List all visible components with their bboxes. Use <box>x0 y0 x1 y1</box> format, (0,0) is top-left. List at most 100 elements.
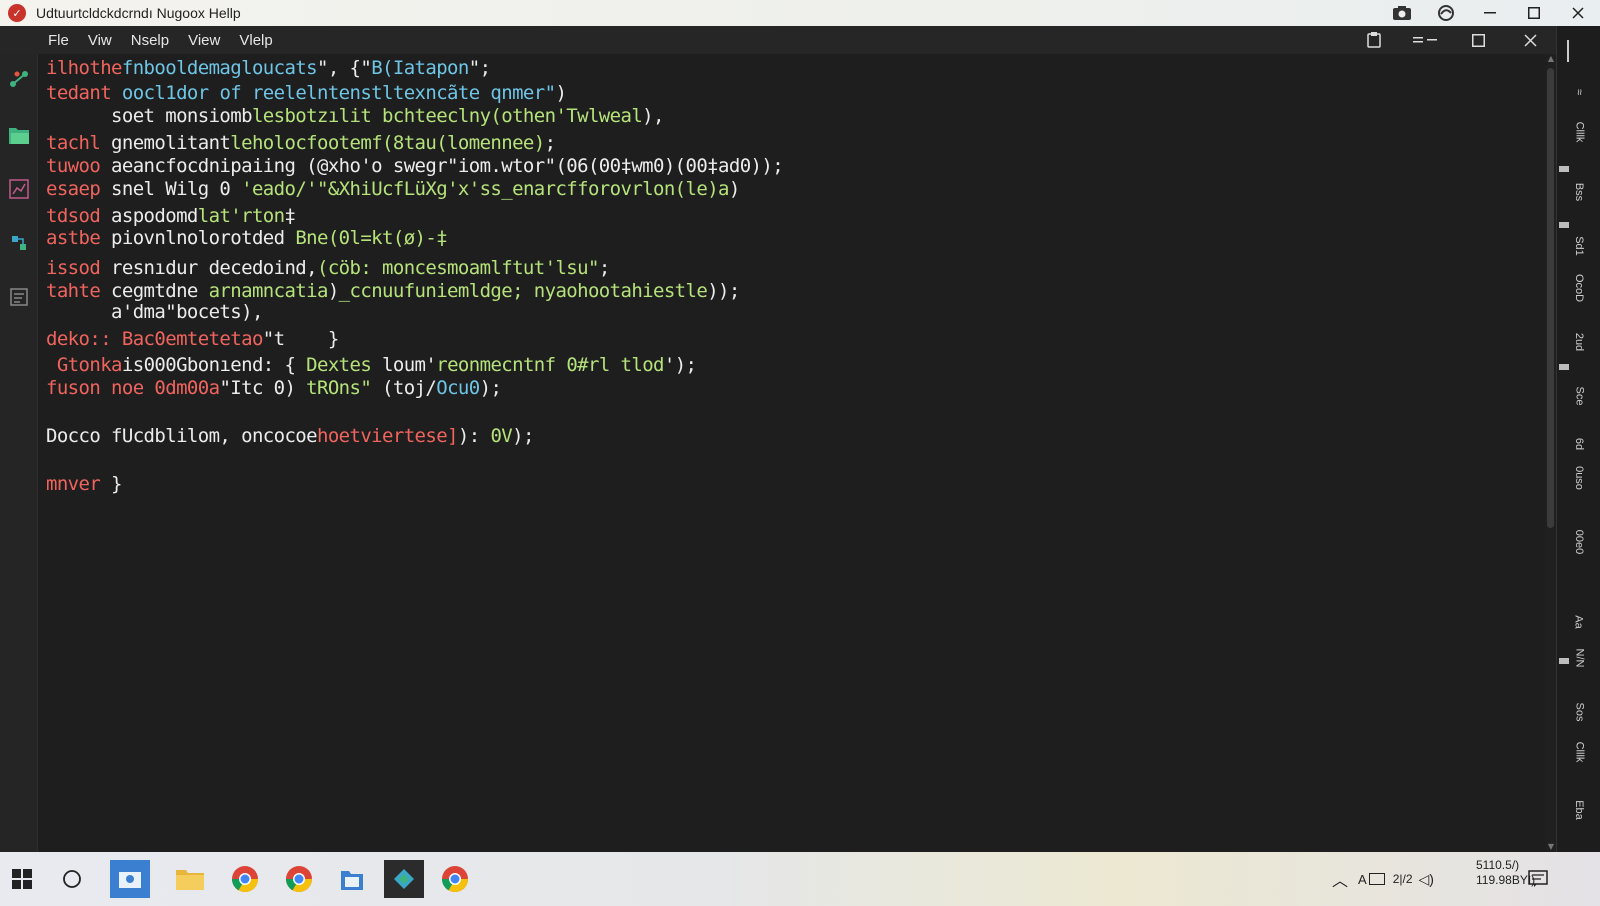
side-panel-label[interactable]: Sos <box>1557 703 1600 722</box>
volume-icon[interactable]: ◁) <box>1419 871 1434 888</box>
chrome-icon-3[interactable] <box>435 860 475 898</box>
chart-icon[interactable] <box>6 176 32 202</box>
tray-chevron-up-icon[interactable]: ︿ <box>1332 867 1348 891</box>
scroll-down-arrow-icon[interactable]: ▼ <box>1547 842 1555 852</box>
code-token: oocl1dor of reelelntenstltexncãte qnmer" <box>121 82 556 104</box>
close-editor-button[interactable] <box>1504 26 1556 54</box>
documents-app-icon[interactable] <box>332 860 372 898</box>
side-panel-label[interactable]: ≈ <box>1557 86 1600 98</box>
side-panel-label[interactable]: 00e0 <box>1557 530 1600 554</box>
side-panel-label[interactable]: Eba <box>1557 800 1600 820</box>
code-token: arnamncatia <box>208 280 329 302</box>
code-line[interactable]: tachl gnemolitantleholocfootemf(8tau(lom… <box>46 131 556 155</box>
code-line[interactable]: issod resnıdur decedoind,(cöb: moncesmoa… <box>46 256 610 280</box>
code-token: Gtonka <box>56 354 123 376</box>
code-token: tedant <box>46 82 112 104</box>
side-panel-label[interactable]: Sd1 <box>1557 236 1600 256</box>
side-panel-label[interactable]: 0uso <box>1557 466 1600 490</box>
maximize-button[interactable] <box>1512 0 1556 26</box>
code-line[interactable]: esaep snel Wilg 0 'eado/'"&XhiUcfLüXg'x'… <box>46 177 740 201</box>
side-panel-label-text: Bss <box>1573 182 1585 202</box>
code-token: mnver <box>46 473 101 495</box>
scroll-up-arrow-icon[interactable]: ▲ <box>1547 54 1555 64</box>
side-panel-label-text: OcoD <box>1573 273 1585 303</box>
code-token: ): <box>457 425 491 447</box>
code-token: lat'rton <box>197 205 285 227</box>
code-token: ) <box>728 178 740 200</box>
keyboard-icon[interactable] <box>1368 873 1385 885</box>
code-editor[interactable]: ilhothefnbooldemagloucats", {"B(Iatapon"… <box>38 54 1546 852</box>
language-indicator[interactable]: 2|/2 <box>1393 872 1413 886</box>
maximize-editor-button[interactable] <box>1452 26 1504 54</box>
side-panel-label[interactable]: 2ud <box>1557 333 1600 351</box>
side-panel-label[interactable]: 6d <box>1557 438 1600 450</box>
menu-help-2[interactable]: Vlelp <box>231 32 280 49</box>
code-token: gnemolitant <box>100 132 231 154</box>
code-token: (toj/ <box>371 377 437 399</box>
code-line[interactable]: fuson noe 0dm00a"Itc 0) tROns" (toj/Ocu0… <box>46 376 502 400</box>
minimize-button[interactable] <box>1468 0 1512 26</box>
panel-grip-icon[interactable] <box>1567 40 1577 62</box>
code-token: Ocu0 <box>436 377 480 399</box>
input-indicator[interactable]: A <box>1358 872 1367 887</box>
side-panel-label[interactable]: Bss <box>1557 182 1600 202</box>
code-token: a'dma"bocets), <box>46 301 263 323</box>
explorer-folder-icon[interactable] <box>6 122 32 148</box>
store-app-icon[interactable] <box>110 860 150 898</box>
code-token: cegmtdne <box>100 280 209 302</box>
title-bar: ✓ Udtuurtcldckdcrndı Nugoox Hellp <box>0 0 1600 26</box>
file-explorer-icon[interactable] <box>170 860 210 898</box>
side-panel-label[interactable]: Clllk <box>1557 742 1600 763</box>
code-token: ), <box>642 105 664 127</box>
code-line[interactable]: deko:: Bac0emtetetao"t } <box>46 327 339 351</box>
code-token: ‡ <box>284 205 296 227</box>
code-token: 0V <box>490 425 513 447</box>
code-line[interactable]: Docco fUcdblilom, oncocoehoetviertese]):… <box>46 424 534 448</box>
menu-view[interactable]: Viw <box>80 32 120 49</box>
code-line[interactable]: mnver } <box>46 472 122 496</box>
clipboard-icon[interactable] <box>1348 26 1400 54</box>
side-panel-label[interactable]: Clllk <box>1557 122 1600 143</box>
vertical-scrollbar[interactable]: ▲ ▼ <box>1546 54 1556 852</box>
code-line[interactable]: astbe piovnlnolorotded Bne(0l=kt(ø)-‡ <box>46 226 448 250</box>
menu-view-2[interactable]: View <box>180 32 228 49</box>
code-line[interactable]: ilhothefnbooldemagloucats", {"B(Iatapon"… <box>46 56 491 80</box>
code-token: } <box>100 473 122 495</box>
notifications-icon[interactable] <box>1520 860 1556 898</box>
menu-file[interactable]: Fle <box>40 32 77 49</box>
side-panel-marker <box>1559 658 1569 664</box>
scrollbar-thumb[interactable] <box>1547 68 1554 528</box>
side-panel-label[interactable]: Sce <box>1557 387 1600 406</box>
chrome-icon[interactable] <box>225 860 265 898</box>
windows-start-icon[interactable] <box>2 860 42 898</box>
search-circle-icon[interactable] <box>52 860 92 898</box>
terminal-app-icon[interactable] <box>384 860 424 898</box>
restore-icon[interactable] <box>1400 26 1452 54</box>
code-token: is000Gbonıend: { <box>121 354 307 376</box>
chrome-icon-2[interactable] <box>279 860 319 898</box>
code-line[interactable]: soet monsiomblesbotzılit bchteeclny(othe… <box>46 104 664 128</box>
extensions-list-icon[interactable] <box>6 284 32 310</box>
code-token: tROns" <box>306 377 372 399</box>
code-token: ); <box>512 425 534 447</box>
code-token: '); <box>663 354 697 376</box>
code-token: tachl <box>46 132 101 154</box>
code-token: Dextes <box>306 354 372 376</box>
code-line[interactable]: tdsod aspodomdlat'rton‡ <box>46 204 296 228</box>
close-button[interactable] <box>1556 0 1600 26</box>
code-line[interactable]: a'dma"bocets), <box>46 300 263 324</box>
code-line[interactable]: tedant oocl1dor of reelelntenstltexncãte… <box>46 81 567 105</box>
side-panel-label[interactable]: Aa <box>1557 615 1600 629</box>
code-token: aeancfocdnipaiing (@xho'o swegr"iom.wtor… <box>100 155 784 177</box>
code-line[interactable]: Gtonkais000Gbonıend: { Dextes loum'reonm… <box>46 353 697 377</box>
code-line[interactable]: tuwoo aeancfocdnipaiing (@xho'o swegr"io… <box>46 154 784 178</box>
source-control-icon[interactable] <box>6 66 32 92</box>
menu-help[interactable]: Nselp <box>123 32 177 49</box>
code-token: esaep <box>46 178 101 200</box>
side-panel-label[interactable]: OcoD <box>1557 274 1600 302</box>
side-panel-label-text: Aa <box>1573 615 1585 629</box>
camera-icon[interactable] <box>1380 0 1424 26</box>
debug-icon[interactable] <box>6 230 32 256</box>
edge-browser-icon[interactable] <box>1424 0 1468 26</box>
